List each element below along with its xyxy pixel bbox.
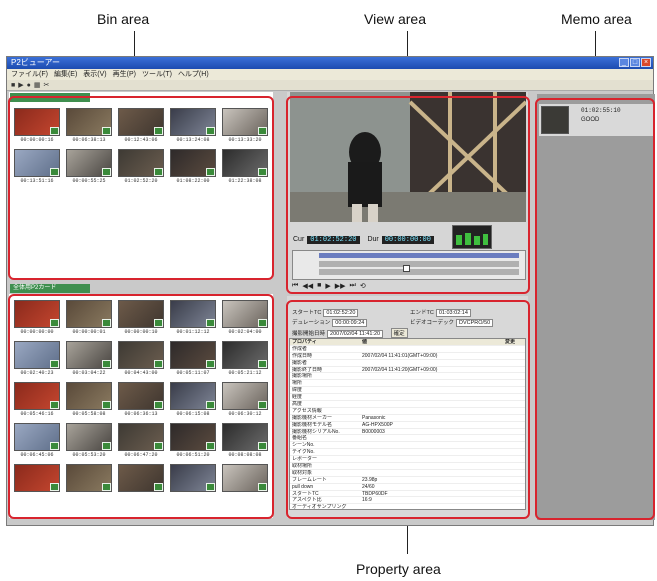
cut-icon[interactable]: ✂ <box>43 80 49 90</box>
view-area-callout: View area <box>364 11 427 27</box>
stop-icon[interactable]: ■ <box>11 80 15 90</box>
memo-area-callout: Memo area <box>561 11 632 27</box>
record-icon[interactable]: ● <box>27 80 31 90</box>
grid-icon[interactable]: ▦ <box>34 80 41 90</box>
menu-tools[interactable]: ツール(T) <box>142 69 172 80</box>
toolbar: ■ ▶ ● ▦ ✂ <box>7 80 653 91</box>
close-button[interactable]: × <box>641 58 651 67</box>
property-area-highlight <box>286 300 530 519</box>
maximize-button[interactable]: □ <box>630 58 640 67</box>
menu-file[interactable]: ファイル(F) <box>11 69 48 80</box>
minimize-button[interactable]: _ <box>619 58 629 67</box>
lower-bin-header: 全体用P2カード <box>10 284 90 293</box>
bin-area-callout: Bin area <box>97 11 150 27</box>
title-bar: P2ビューアー _ □ × <box>7 57 653 69</box>
play-icon[interactable]: ▶ <box>18 80 23 90</box>
view-area-highlight <box>286 96 530 294</box>
menu-play[interactable]: 再生(P) <box>113 69 136 80</box>
menu-edit[interactable]: 編集(E) <box>54 69 77 80</box>
bin-lower-highlight <box>8 294 274 519</box>
menu-view[interactable]: 表示(V) <box>83 69 106 80</box>
property-area-callout: Property area <box>356 561 441 577</box>
bin-upper-highlight <box>8 96 274 280</box>
menu-help[interactable]: ヘルプ(H) <box>178 69 209 80</box>
window-title: P2ビューアー <box>11 58 60 67</box>
menu-bar: ファイル(F) 編集(E) 表示(V) 再生(P) ツール(T) ヘルプ(H) <box>7 69 653 80</box>
memo-area-highlight <box>535 98 655 520</box>
